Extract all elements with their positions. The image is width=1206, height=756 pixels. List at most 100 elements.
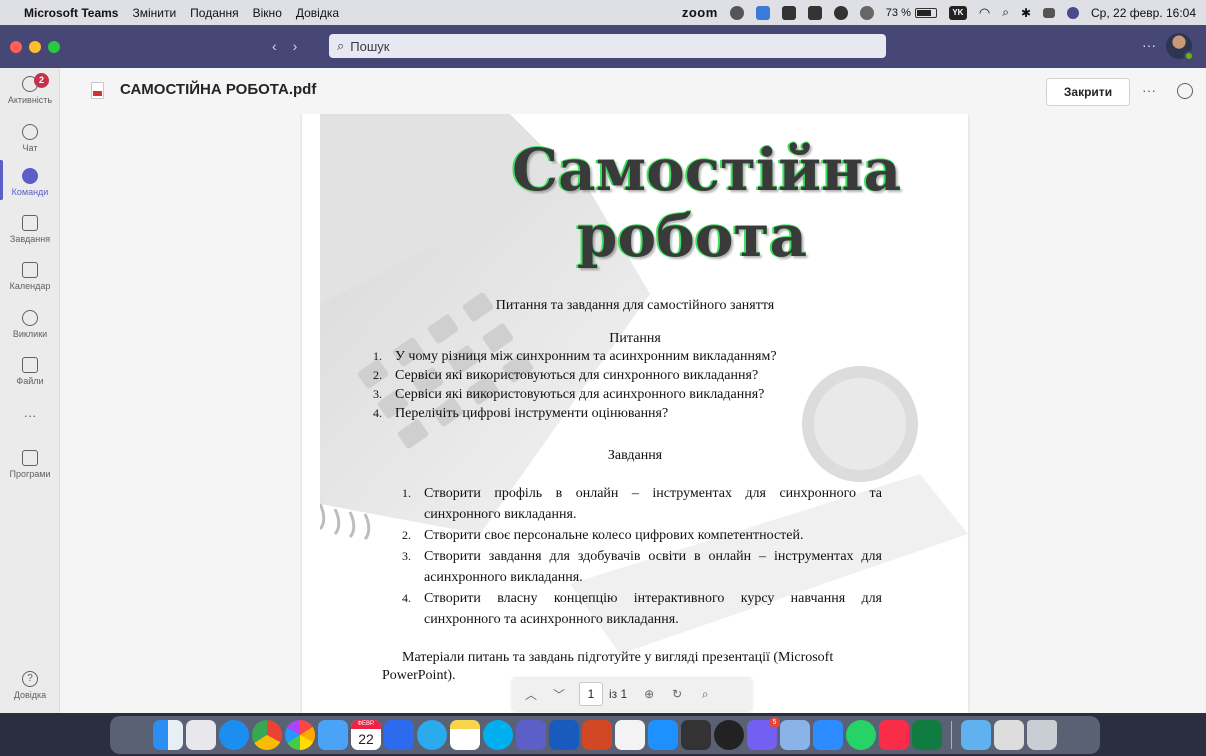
- next-page-icon[interactable]: ﹀: [548, 686, 570, 703]
- siri-icon[interactable]: [1067, 6, 1080, 19]
- rail-item-files[interactable]: Файли: [0, 357, 60, 386]
- shield-icon[interactable]: [729, 5, 744, 20]
- viber-icon[interactable]: 5: [747, 717, 780, 750]
- close-window-icon[interactable]: [10, 40, 22, 53]
- rail-item-help[interactable]: ? Довідка: [0, 671, 60, 700]
- maximize-window-icon[interactable]: [48, 40, 60, 53]
- minimize-window-icon[interactable]: [29, 40, 41, 53]
- powerpoint-icon[interactable]: [582, 720, 612, 750]
- control-center-icon[interactable]: [1043, 7, 1056, 18]
- chat-icon: [22, 124, 38, 140]
- skype-icon[interactable]: [483, 720, 513, 750]
- spotlight-icon[interactable]: ⌕: [1002, 5, 1009, 20]
- settings-status-icon[interactable]: [781, 5, 796, 20]
- signal-icon[interactable]: [384, 720, 414, 750]
- rail-item-label: Чат: [22, 143, 38, 153]
- rail-more-apps[interactable]: ···: [0, 408, 60, 423]
- previous-page-icon[interactable]: ︿: [520, 686, 542, 703]
- date-time[interactable]: Ср, 22 февр. 16:04: [1091, 6, 1196, 20]
- calendar-app-icon[interactable]: ФЕВР. 22: [351, 720, 381, 750]
- phone-icon: [22, 310, 38, 326]
- file-more-icon[interactable]: ···: [1142, 82, 1156, 98]
- zoom-status-item[interactable]: zoom: [682, 5, 718, 20]
- menu-window[interactable]: Вікно: [253, 6, 282, 20]
- rail-item-label: Завдання: [9, 234, 51, 244]
- word-icon[interactable]: [549, 720, 579, 750]
- rail-item-label: Файли: [16, 376, 44, 386]
- zoom-icon[interactable]: [813, 720, 843, 750]
- history-nav: ‹ ›: [272, 38, 297, 54]
- tasks-list: 1. Створити профіль в онлайн – інструмент…: [402, 483, 882, 630]
- chrome-icon[interactable]: [252, 720, 282, 750]
- glasses-icon[interactable]: [859, 5, 874, 20]
- document-footer-line1: Матеріали питань та завдань підготуйте у…: [402, 650, 834, 665]
- dock-area: ФЕВР. 22 5: [0, 713, 1206, 756]
- menu-view[interactable]: Подання: [190, 6, 238, 20]
- pdf-viewer[interactable]: Самостійна робота Питання та завдання дл…: [60, 114, 1206, 713]
- teams-title-bar: ‹ › ⌕ Пошук ···: [0, 25, 1206, 68]
- apps-icon: [22, 450, 38, 466]
- safari-icon[interactable]: [219, 720, 249, 750]
- preview-icon[interactable]: [780, 720, 810, 750]
- menu-edit[interactable]: Змінити: [132, 6, 176, 20]
- gpt-icon[interactable]: [714, 720, 744, 750]
- rotate-icon[interactable]: ↻: [666, 687, 688, 701]
- mail-icon[interactable]: [318, 720, 348, 750]
- page-number-input[interactable]: 1: [579, 682, 603, 706]
- window-controls: [10, 40, 60, 53]
- rail-item-teams[interactable]: Команди: [0, 168, 60, 197]
- rail-item-calendar[interactable]: Календар: [0, 262, 60, 291]
- conversation-icon[interactable]: [1177, 83, 1193, 99]
- search-icon: ⌕: [337, 38, 345, 53]
- menu-help[interactable]: Довідка: [296, 6, 339, 20]
- dropbox-icon[interactable]: [807, 5, 822, 20]
- rail-item-chat[interactable]: Чат: [0, 124, 60, 153]
- rail-item-label: Довідка: [13, 690, 47, 700]
- zoom-in-icon[interactable]: ⊕: [638, 687, 660, 701]
- list-item: 2. Сервіси які використовуються для синхр…: [373, 368, 759, 383]
- search-placeholder: Пошук: [350, 38, 390, 54]
- trash-icon[interactable]: [1027, 720, 1057, 750]
- finder-icon[interactable]: [153, 720, 183, 750]
- keyboard-layout-indicator[interactable]: YK: [948, 5, 967, 20]
- app-rail: 2 Активність Чат Команди Завдання Календ…: [0, 68, 60, 713]
- forward-arrow-icon[interactable]: ›: [293, 38, 298, 54]
- finder-status-icon[interactable]: [755, 5, 770, 20]
- assignments-icon: [22, 215, 38, 231]
- back-arrow-icon[interactable]: ‹: [272, 38, 277, 54]
- notes-icon[interactable]: [450, 720, 480, 750]
- macos-dock: ФЕВР. 22 5: [110, 716, 1100, 754]
- rail-item-label: Виклики: [12, 329, 48, 339]
- app-menu[interactable]: Microsoft Teams: [24, 6, 118, 20]
- whatsapp-icon[interactable]: [846, 720, 876, 750]
- photos-icon[interactable]: [285, 720, 315, 750]
- teams-dock-icon[interactable]: [516, 720, 546, 750]
- excel-icon[interactable]: [912, 720, 942, 750]
- app-store-icon[interactable]: [648, 720, 678, 750]
- find-icon[interactable]: ⌕: [694, 687, 716, 702]
- recent-window-icon[interactable]: [994, 720, 1024, 750]
- rail-item-label: Програми: [9, 469, 51, 479]
- rail-item-apps[interactable]: Програми: [0, 450, 60, 479]
- music-icon[interactable]: [879, 720, 909, 750]
- bluetooth-icon[interactable]: ✱: [1021, 6, 1031, 20]
- activity-badge: 2: [34, 73, 49, 88]
- downloads-folder-icon[interactable]: [961, 720, 991, 750]
- pdf-file-icon: [91, 82, 104, 99]
- battery-indicator[interactable]: 73 %: [886, 7, 937, 19]
- close-button[interactable]: Закрити: [1046, 78, 1130, 106]
- textedit-icon[interactable]: [615, 720, 645, 750]
- rail-item-activity[interactable]: 2 Активність: [0, 73, 60, 105]
- wifi-icon[interactable]: ◠: [979, 5, 990, 21]
- rail-item-assignments[interactable]: Завдання: [0, 215, 60, 244]
- search-box[interactable]: ⌕ Пошук: [329, 34, 886, 58]
- titlebar-more-icon[interactable]: ···: [1142, 37, 1156, 53]
- rail-item-calls[interactable]: Виклики: [0, 310, 60, 339]
- launchpad-icon[interactable]: [186, 720, 216, 750]
- questions-list: 1. У чому різниця між синхронним та асинх…: [373, 347, 913, 423]
- calculator-icon[interactable]: [681, 720, 711, 750]
- viber-status-icon[interactable]: [833, 5, 848, 20]
- user-avatar[interactable]: [1166, 33, 1194, 61]
- telegram-icon[interactable]: [417, 720, 447, 750]
- teams-icon: [22, 168, 38, 184]
